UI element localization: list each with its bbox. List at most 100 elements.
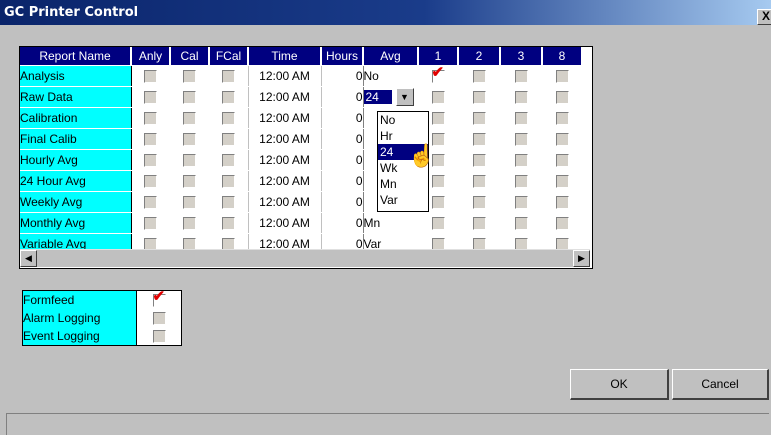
time-cell[interactable]: 12:00 AM [247, 107, 322, 129]
cell-c2 [458, 107, 500, 129]
printer-c8-checkbox[interactable] [555, 70, 569, 84]
report-name-cell: Weekly Avg [20, 191, 132, 213]
fcal-checkbox[interactable] [221, 91, 235, 105]
avg-cell[interactable]: No [362, 65, 418, 87]
time-cell[interactable]: 12:00 AM [247, 191, 322, 213]
hours-cell[interactable]: 0 [321, 191, 363, 213]
avg-cell[interactable]: Mn [362, 212, 418, 234]
printer-c8-checkbox[interactable] [555, 217, 569, 231]
cal-checkbox[interactable] [183, 91, 196, 105]
cell-c8 [542, 107, 582, 129]
anly-checkbox[interactable] [144, 217, 158, 231]
avg-combo-value: 24 [363, 90, 392, 104]
time-cell[interactable]: 12:00 AM [247, 65, 322, 87]
anly-checkbox[interactable] [144, 70, 158, 84]
option-checkbox[interactable]: ✔ [152, 289, 166, 308]
cal-checkbox[interactable] [183, 154, 196, 168]
cell-c8 [542, 212, 582, 234]
printer-c1-checkbox[interactable] [431, 196, 445, 210]
hours-cell[interactable]: 0 [321, 212, 363, 234]
cal-checkbox[interactable] [183, 133, 196, 147]
dropdown-option[interactable]: Var [378, 192, 428, 208]
hours-cell[interactable]: 0 [321, 170, 363, 192]
printer-c3-checkbox[interactable] [514, 91, 528, 105]
horizontal-scrollbar[interactable]: ◀ ▶ [20, 249, 590, 267]
dropdown-option[interactable]: Hr [378, 128, 428, 144]
option-checkbox[interactable] [152, 330, 166, 344]
column-header: Avg [363, 47, 419, 66]
printer-c3-checkbox[interactable] [514, 70, 528, 84]
fcal-checkbox[interactable] [221, 217, 235, 231]
dropdown-option[interactable]: Mn [378, 176, 428, 192]
anly-checkbox[interactable] [144, 133, 158, 147]
printer-c1-checkbox[interactable] [431, 112, 445, 126]
printer-c1-checkbox[interactable] [431, 175, 445, 189]
printer-c1-checkbox[interactable]: ✔ [431, 65, 445, 84]
printer-c8-checkbox[interactable] [555, 133, 569, 147]
cal-checkbox[interactable] [183, 217, 196, 231]
printer-c2-checkbox[interactable] [472, 175, 486, 189]
time-cell[interactable]: 12:00 AM [247, 212, 322, 234]
fcal-checkbox[interactable] [221, 196, 235, 210]
anly-checkbox[interactable] [144, 154, 158, 168]
fcal-checkbox[interactable] [221, 70, 235, 84]
option-label: Alarm Logging [22, 309, 137, 327]
printer-c3-checkbox[interactable] [514, 217, 528, 231]
ok-button[interactable]: OK [570, 369, 669, 400]
printer-c2-checkbox[interactable] [472, 70, 486, 84]
avg-cell[interactable]: 24 ▼ [362, 86, 419, 108]
cell-anly [131, 128, 170, 150]
printer-c8-checkbox[interactable] [555, 112, 569, 126]
hours-cell[interactable]: 0 [321, 107, 363, 129]
printer-c1-checkbox[interactable] [431, 91, 445, 105]
printer-c8-checkbox[interactable] [555, 154, 569, 168]
time-cell[interactable]: 12:00 AM [247, 128, 322, 150]
printer-c2-checkbox[interactable] [472, 133, 486, 147]
hours-cell[interactable]: 0 [321, 86, 363, 108]
cal-checkbox[interactable] [183, 175, 196, 189]
report-name-cell: 24 Hour Avg [20, 170, 132, 192]
hours-cell[interactable]: 0 [321, 65, 363, 87]
anly-checkbox[interactable] [144, 196, 158, 210]
anly-checkbox[interactable] [144, 91, 158, 105]
printer-c2-checkbox[interactable] [472, 112, 486, 126]
chevron-down-icon[interactable]: ▼ [395, 88, 414, 106]
time-cell[interactable]: 12:00 AM [247, 170, 322, 192]
printer-c2-checkbox[interactable] [472, 217, 486, 231]
cal-checkbox[interactable] [183, 112, 196, 126]
cal-checkbox[interactable] [183, 70, 196, 84]
scroll-left-icon[interactable]: ◀ [20, 250, 37, 267]
printer-c3-checkbox[interactable] [514, 112, 528, 126]
printer-c3-checkbox[interactable] [514, 175, 528, 189]
cell-c2 [458, 65, 500, 87]
anly-checkbox[interactable] [144, 175, 158, 189]
fcal-checkbox[interactable] [221, 133, 235, 147]
printer-c2-checkbox[interactable] [472, 154, 486, 168]
printer-c8-checkbox[interactable] [555, 196, 569, 210]
time-cell[interactable]: 12:00 AM [247, 86, 322, 108]
printer-c3-checkbox[interactable] [514, 154, 528, 168]
printer-c2-checkbox[interactable] [472, 91, 486, 105]
printer-c3-checkbox[interactable] [514, 133, 528, 147]
scroll-right-icon[interactable]: ▶ [573, 250, 590, 267]
time-cell[interactable]: 12:00 AM [247, 149, 322, 171]
printer-c1-checkbox[interactable] [431, 217, 445, 231]
dropdown-option[interactable]: No [378, 112, 428, 128]
window-title: GC Printer Control [4, 5, 139, 20]
printer-c3-checkbox[interactable] [514, 196, 528, 210]
hours-cell[interactable]: 0 [321, 149, 363, 171]
fcal-checkbox[interactable] [221, 112, 235, 126]
option-checkbox[interactable] [152, 312, 166, 326]
cal-checkbox[interactable] [183, 196, 196, 210]
fcal-checkbox[interactable] [221, 175, 235, 189]
printer-c8-checkbox[interactable] [555, 91, 569, 105]
anly-checkbox[interactable] [144, 112, 158, 126]
cell-fcal [209, 212, 248, 234]
fcal-checkbox[interactable] [221, 154, 235, 168]
close-button[interactable]: X [757, 9, 771, 25]
hours-cell[interactable]: 0 [321, 128, 363, 150]
printer-c8-checkbox[interactable] [555, 175, 569, 189]
printer-c2-checkbox[interactable] [472, 196, 486, 210]
cancel-button[interactable]: Cancel [672, 369, 769, 400]
avg-combobox[interactable]: 24 ▼ [363, 88, 419, 106]
